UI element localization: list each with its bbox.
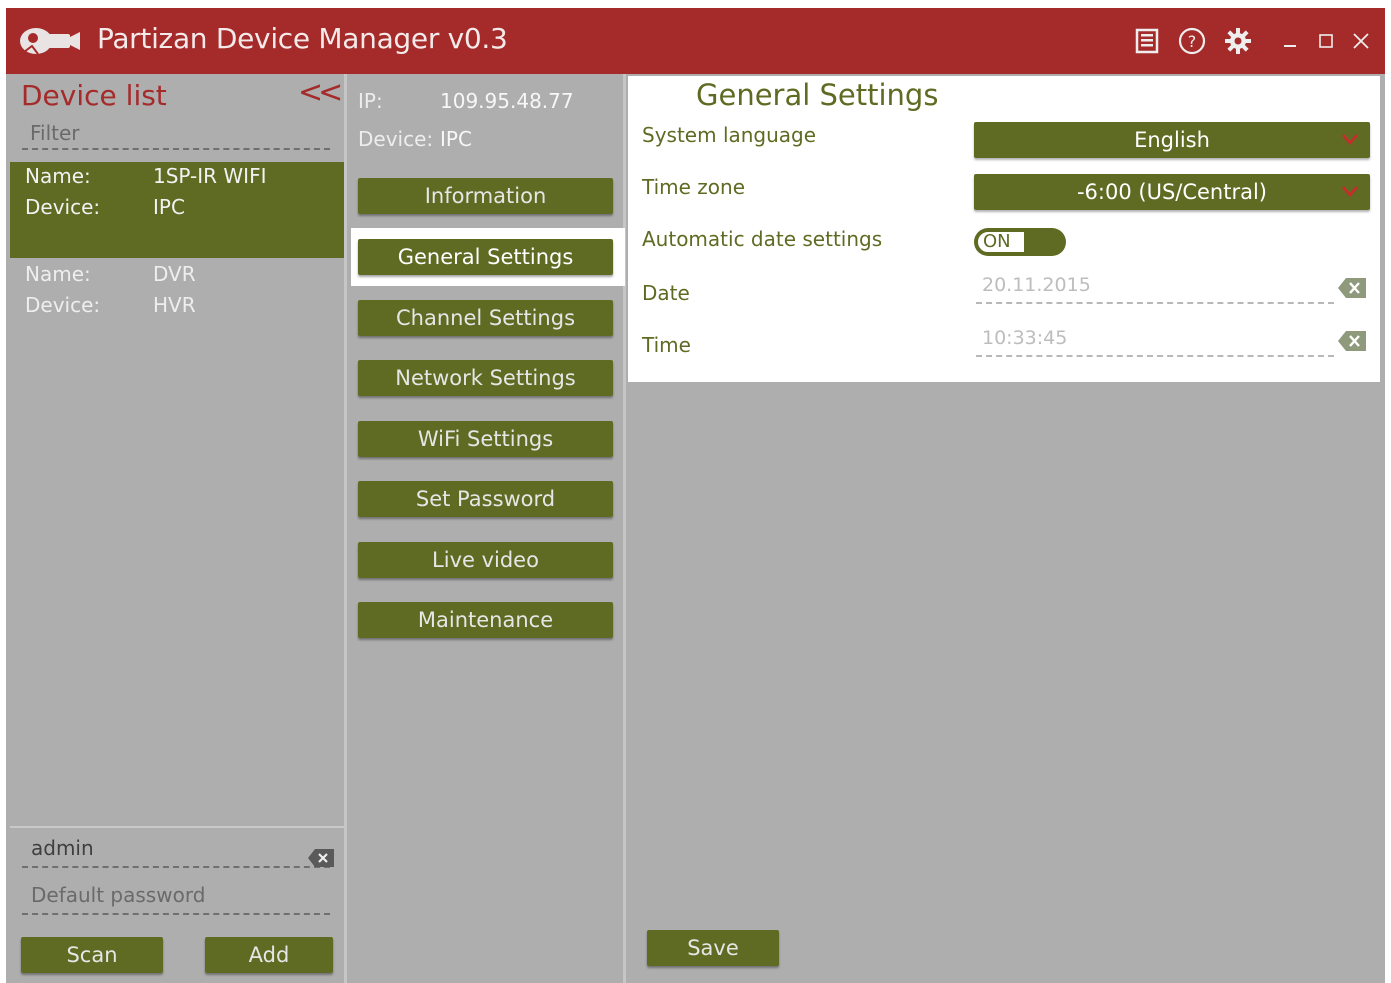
clear-date-icon[interactable] bbox=[1336, 276, 1368, 300]
app-title: Partizan Device Manager v0.3 bbox=[97, 22, 508, 55]
device-value: IPC bbox=[440, 127, 472, 151]
general-settings-panel: General Settings System language English… bbox=[626, 74, 1385, 983]
device-type-value: IPC bbox=[153, 195, 185, 219]
clear-time-icon[interactable] bbox=[1336, 329, 1368, 353]
filter-input[interactable] bbox=[22, 118, 330, 150]
username-field[interactable]: admin bbox=[22, 832, 330, 868]
settings-menu-panel: IP: 109.95.48.77 Device: IPC Information… bbox=[344, 74, 626, 983]
device-name-value: 1SP-IR WIFI bbox=[153, 164, 267, 188]
book-icon[interactable] bbox=[1132, 26, 1162, 56]
toggle-state: ON bbox=[976, 230, 1026, 254]
divider bbox=[10, 826, 344, 828]
general-settings-card: General Settings System language English… bbox=[628, 76, 1380, 382]
auto-date-toggle[interactable]: ON bbox=[974, 228, 1066, 256]
device-label: Device: bbox=[358, 127, 434, 151]
close-icon[interactable] bbox=[1346, 26, 1376, 56]
menu-set-password[interactable]: Set Password bbox=[358, 481, 613, 517]
time-zone-label: Time zone bbox=[642, 175, 746, 199]
device-name-label: Name: bbox=[25, 164, 91, 188]
menu-channel-settings[interactable]: Channel Settings bbox=[358, 300, 613, 336]
ip-label: IP: bbox=[358, 89, 383, 113]
time-zone-value: -6:00 (US/Central) bbox=[1076, 180, 1268, 204]
scan-button[interactable]: Scan bbox=[21, 937, 163, 973]
password-field[interactable]: Default password bbox=[22, 879, 330, 915]
chevron-down-icon bbox=[1342, 134, 1358, 145]
maximize-icon[interactable] bbox=[1311, 26, 1341, 56]
auto-date-label: Automatic date settings bbox=[642, 227, 883, 251]
device-row-1[interactable]: Name: 1SP-IR WIFI Device: IPC bbox=[10, 162, 344, 258]
time-label: Time bbox=[642, 333, 691, 357]
svg-text:?: ? bbox=[1188, 32, 1197, 51]
date-input[interactable]: 20.11.2015 bbox=[976, 272, 1334, 304]
device-row-2[interactable]: Name: DVR Device: HVR bbox=[10, 260, 344, 356]
system-language-dropdown[interactable]: English bbox=[974, 122, 1370, 158]
gear-icon[interactable] bbox=[1223, 26, 1253, 56]
general-settings-title: General Settings bbox=[696, 78, 939, 112]
password-placeholder: Default password bbox=[31, 883, 206, 907]
menu-general-settings[interactable]: General Settings bbox=[358, 239, 613, 275]
device-list-title: Device list bbox=[21, 79, 167, 112]
system-language-label: System language bbox=[642, 123, 817, 147]
menu-information[interactable]: Information bbox=[358, 178, 613, 214]
menu-maintenance[interactable]: Maintenance bbox=[358, 602, 613, 638]
menu-live-video[interactable]: Live video bbox=[358, 542, 613, 578]
clear-username-icon[interactable] bbox=[306, 847, 336, 869]
minimize-icon[interactable] bbox=[1275, 26, 1305, 56]
device-list-panel: Device list << Name: 1SP-IR WIFI Device:… bbox=[6, 74, 344, 983]
date-label: Date bbox=[642, 281, 690, 305]
save-button[interactable]: Save bbox=[647, 930, 779, 966]
system-language-value: English bbox=[1134, 128, 1210, 152]
time-input[interactable]: 10:33:45 bbox=[976, 325, 1334, 357]
device-type-value: HVR bbox=[153, 293, 196, 317]
app-logo-icon bbox=[20, 28, 80, 55]
device-name-value: DVR bbox=[153, 262, 196, 286]
collapse-panel-button[interactable]: << bbox=[298, 78, 343, 108]
menu-network-settings[interactable]: Network Settings bbox=[358, 360, 613, 396]
app-window: Partizan Device Manager v0.3 ? Device li… bbox=[6, 8, 1385, 983]
help-icon[interactable]: ? bbox=[1177, 26, 1207, 56]
ip-value: 109.95.48.77 bbox=[440, 89, 574, 113]
device-type-label: Device: bbox=[25, 293, 101, 317]
username-value: admin bbox=[31, 836, 94, 860]
chevron-down-icon bbox=[1342, 186, 1358, 197]
add-button[interactable]: Add bbox=[205, 937, 333, 973]
device-name-label: Name: bbox=[25, 262, 91, 286]
menu-wifi-settings[interactable]: WiFi Settings bbox=[358, 421, 613, 457]
device-type-label: Device: bbox=[25, 195, 101, 219]
title-bar: Partizan Device Manager v0.3 ? bbox=[6, 8, 1385, 74]
time-zone-dropdown[interactable]: -6:00 (US/Central) bbox=[974, 174, 1370, 210]
